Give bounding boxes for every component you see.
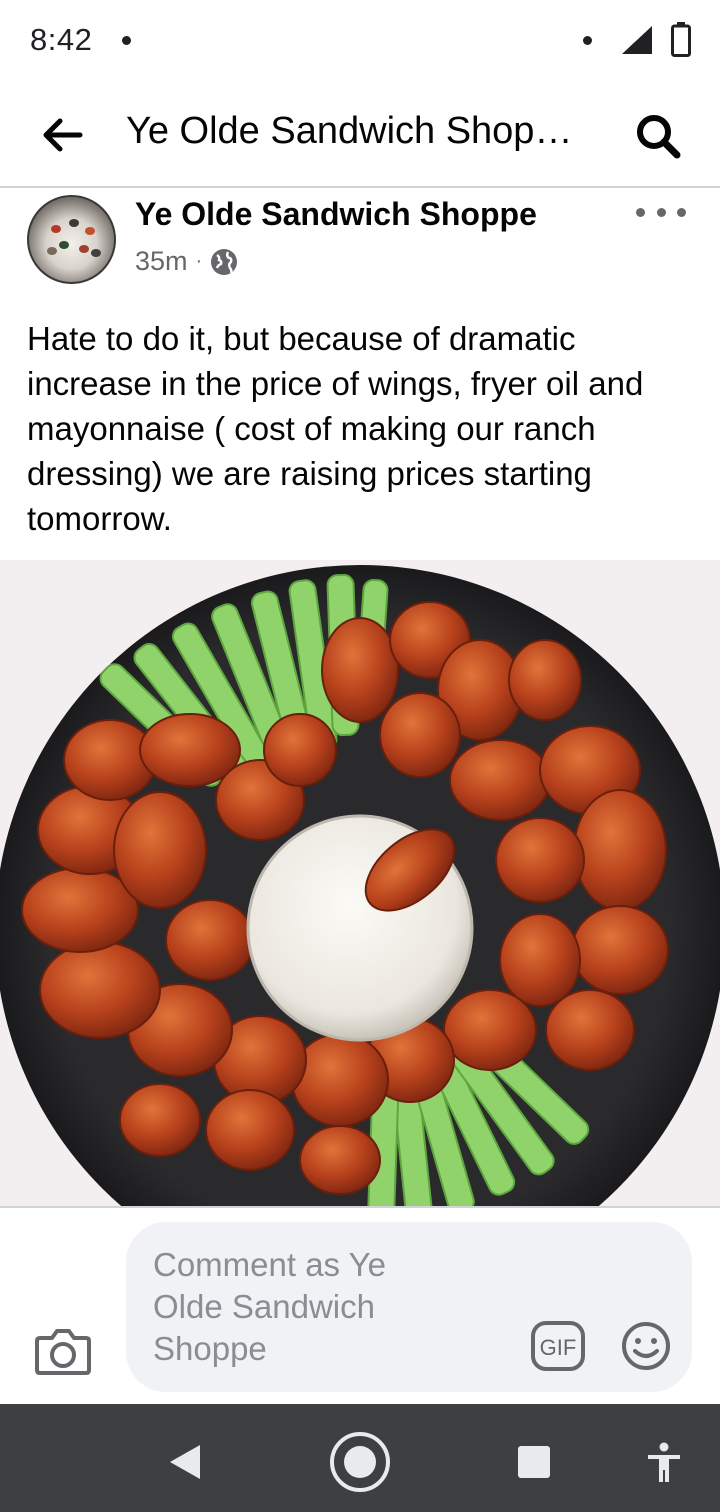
camera-button[interactable] xyxy=(34,1326,92,1376)
wings-platter-photo xyxy=(0,560,720,1206)
arrow-left-icon xyxy=(43,118,83,152)
camera-icon xyxy=(35,1329,91,1375)
gif-icon: GIF xyxy=(531,1321,585,1371)
nav-home-circle-icon[interactable] xyxy=(328,1430,392,1494)
post-text: Hate to do it, but because of dramatic i… xyxy=(27,320,644,537)
comment-bar: Comment as Ye Olde Sandwich Shoppe GIF xyxy=(0,1206,720,1402)
comment-input[interactable]: Comment as Ye Olde Sandwich Shoppe GIF xyxy=(126,1222,692,1392)
post-time[interactable]: 35m xyxy=(135,246,188,277)
more-options-button[interactable] xyxy=(636,200,686,224)
comment-placeholder: Comment as Ye Olde Sandwich Shoppe xyxy=(153,1246,386,1367)
accessibility-icon[interactable] xyxy=(646,1442,682,1484)
meta-separator: · xyxy=(195,250,203,272)
gif-label: GIF xyxy=(540,1335,577,1360)
post-header: Ye Olde Sandwich Shoppe 35m · xyxy=(0,190,720,300)
globe-icon xyxy=(211,248,238,275)
signal-icon xyxy=(622,26,652,54)
nav-back-triangle-icon[interactable] xyxy=(166,1442,204,1482)
more-horizontal-icon xyxy=(636,207,645,217)
search-icon xyxy=(637,115,681,159)
page-avatar[interactable] xyxy=(27,195,116,284)
notification-dot-icon xyxy=(122,36,131,45)
app-header: Ye Olde Sandwich Shop… xyxy=(0,84,720,188)
battery-icon xyxy=(671,22,691,57)
emoji-button[interactable] xyxy=(620,1320,672,1372)
status-bar: 8:42 xyxy=(0,0,720,84)
post-image[interactable] xyxy=(0,560,720,1206)
page-name[interactable]: Ye Olde Sandwich Shoppe xyxy=(135,196,537,233)
post-meta: 35m · xyxy=(135,246,238,277)
nav-recents-square-icon[interactable] xyxy=(516,1444,552,1480)
search-button[interactable] xyxy=(630,108,686,164)
status-time: 8:42 xyxy=(30,22,93,57)
status-dot-icon xyxy=(583,36,592,45)
back-button[interactable] xyxy=(38,110,88,160)
smiley-icon xyxy=(622,1322,670,1370)
system-nav-bar xyxy=(0,1404,720,1512)
gif-button[interactable]: GIF xyxy=(530,1320,586,1372)
page-title: Ye Olde Sandwich Shop… xyxy=(126,110,573,152)
